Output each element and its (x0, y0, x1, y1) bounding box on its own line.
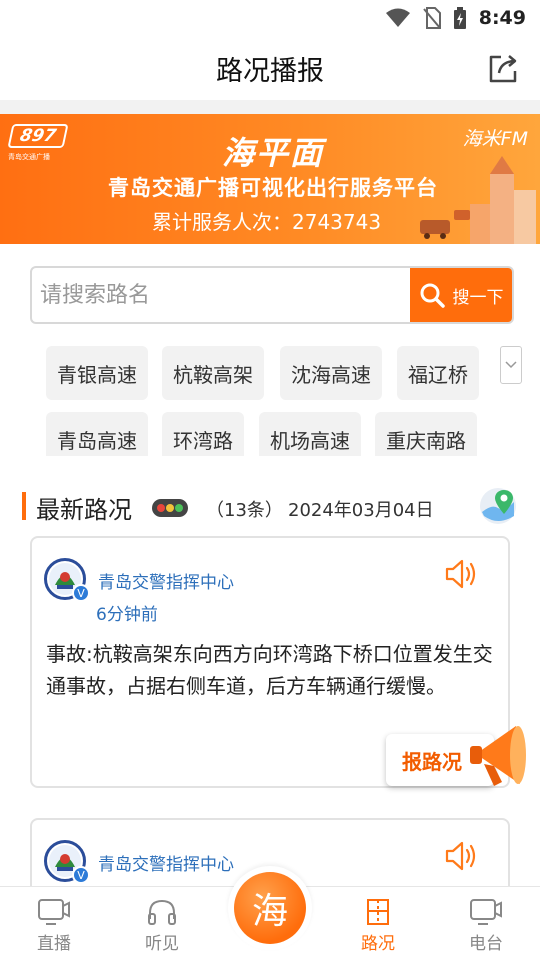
map-pin-icon[interactable] (478, 486, 518, 526)
headphones-icon (148, 899, 176, 925)
speaker-icon[interactable] (444, 840, 480, 872)
search-icon (420, 283, 445, 308)
banner-service-count: 累计服务人次：2743743 (152, 210, 382, 234)
city-illustration (420, 156, 536, 244)
station-logo: 897 (7, 124, 69, 148)
road-tag[interactable]: 重庆南路 (375, 412, 477, 456)
post-author[interactable]: 青岛交警指挥中心 (98, 568, 234, 593)
report-count: （13条） (206, 500, 283, 521)
megaphone-icon (470, 726, 526, 786)
road-tags: 青银高速 杭鞍高架 沈海高速 福辽桥 青岛高速 环湾路 机场高速 重庆南路 (46, 346, 486, 456)
radio-icon (470, 899, 502, 925)
nav-item-listen[interactable]: 听见 (117, 887, 207, 960)
nav-item-traffic[interactable]: 路况 (333, 887, 423, 960)
road-tag[interactable]: 福辽桥 (397, 346, 479, 400)
title-bar: 路况播报 (0, 36, 540, 100)
road-tag[interactable]: 青银高速 (46, 346, 148, 400)
center-home-label: 海 (234, 872, 306, 944)
post-author[interactable]: 青岛交警指挥中心 (98, 850, 234, 875)
search-button[interactable]: 搜一下 (410, 268, 512, 322)
nav-label: 路况 (361, 934, 395, 954)
search-button-label: 搜一下 (452, 287, 504, 308)
section-title: 最新路况 (36, 496, 132, 524)
report-traffic-button[interactable]: 报路况 (386, 720, 536, 796)
search-bar: 搜一下 (30, 266, 514, 324)
report-date: 2024年03月04日 (288, 500, 434, 521)
banner-calligraphy: 海平面 (222, 134, 325, 172)
nav-label: 电台 (469, 934, 503, 954)
report-traffic-label: 报路况 (402, 749, 462, 774)
tv-icon (38, 899, 70, 925)
road-tag[interactable]: 机场高速 (259, 412, 361, 456)
station-logo-sub: 青岛交通广播 (8, 153, 50, 161)
post-content: 事故:杭鞍高架东向西方向环湾路下桥口位置发生交通事故，占据右侧车道，后方车辆通行… (46, 642, 493, 698)
speaker-icon[interactable] (444, 558, 480, 590)
verified-badge-icon: V (72, 584, 90, 602)
share-icon[interactable] (486, 52, 520, 86)
road-tag[interactable]: 杭鞍高架 (162, 346, 264, 400)
center-home-button[interactable]: 海 (228, 866, 312, 950)
nav-label: 直播 (37, 934, 71, 954)
post-time: 6分钟前 (96, 605, 158, 625)
divider (0, 100, 540, 114)
clock: 8:49 (478, 7, 526, 29)
traffic-light-icon (152, 499, 188, 517)
nav-item-live[interactable]: 直播 (9, 887, 99, 960)
latest-traffic-header: 最新路况 （13条） 2024年03月04日 (0, 486, 540, 526)
wifi-icon (385, 8, 410, 27)
promo-banner[interactable]: 897 青岛交通广播 海平面 青岛交通广播可视化出行服务平台 累计服务人次：27… (0, 114, 540, 244)
road-tag[interactable]: 青岛高速 (46, 412, 148, 456)
search-input[interactable] (32, 268, 414, 322)
fm-logo: 海米FM (462, 128, 528, 150)
page-title: 路况播报 (216, 55, 324, 87)
status-bar: 8:49 (0, 0, 540, 36)
nav-label: 听见 (145, 934, 179, 954)
expand-tags-button[interactable] (500, 346, 522, 384)
road-tag[interactable]: 沈海高速 (280, 346, 382, 400)
nav-item-radio[interactable]: 电台 (441, 887, 531, 960)
road-tag[interactable]: 环湾路 (162, 412, 244, 456)
verified-badge-icon: V (72, 866, 90, 884)
chevron-down-icon (505, 361, 517, 369)
battery-icon (453, 7, 466, 29)
section-accent-bar (22, 492, 26, 520)
road-icon (367, 899, 389, 925)
banner-headline: 青岛交通广播可视化出行服务平台 (108, 176, 438, 200)
no-sim-icon (422, 7, 441, 29)
